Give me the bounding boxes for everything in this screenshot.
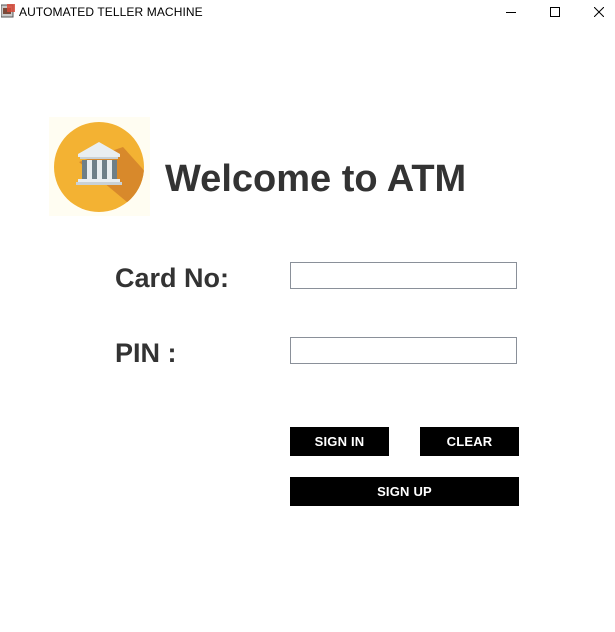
card-number-label: Card No: <box>115 263 229 293</box>
close-button[interactable] <box>576 0 615 24</box>
pin-label: PIN : <box>115 338 177 368</box>
sign-in-button[interactable]: SIGN IN <box>290 427 389 456</box>
close-icon <box>594 7 604 17</box>
maximize-button[interactable] <box>532 0 578 24</box>
card-number-input[interactable] <box>290 262 517 289</box>
bank-building-icon <box>54 122 144 212</box>
welcome-heading: Welcome to ATM <box>165 158 467 200</box>
atm-logo <box>49 117 150 216</box>
window-title: AUTOMATED TELLER MACHINE <box>19 5 203 19</box>
pin-input[interactable] <box>290 337 517 364</box>
minimize-button[interactable] <box>488 0 534 24</box>
sign-up-button[interactable]: SIGN UP <box>290 477 519 506</box>
minimize-icon <box>506 12 516 13</box>
window-titlebar: AUTOMATED TELLER MACHINE <box>0 0 615 24</box>
clear-button[interactable]: CLEAR <box>420 427 519 456</box>
app-window-icon <box>1 4 15 18</box>
maximize-icon <box>550 7 560 17</box>
